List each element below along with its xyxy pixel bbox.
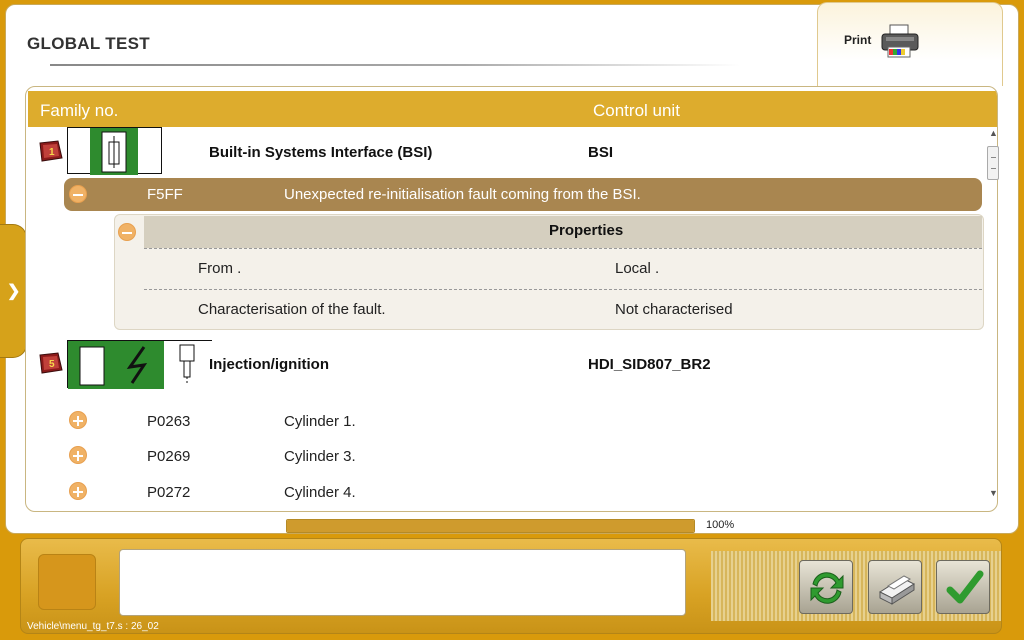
collapse-properties-icon[interactable]	[118, 223, 136, 241]
header-control-unit: Control unit	[593, 101, 680, 120]
header-family: Family no.	[40, 101, 119, 120]
chevron-right-icon: ❯	[7, 283, 21, 300]
progress-bar	[286, 519, 695, 533]
family-control-unit: BSI	[588, 144, 614, 161]
print-report-button[interactable]	[868, 560, 922, 614]
fault-description[interactable]: Cylinder 3.	[284, 448, 356, 465]
progress-label: 100%	[706, 519, 735, 531]
svg-text:1: 1	[49, 147, 55, 158]
collapse-icon[interactable]	[69, 185, 87, 203]
scroll-down-icon[interactable]: ▼	[989, 488, 998, 498]
property-label: Characterisation of the fault.	[198, 301, 386, 318]
page-title: GLOBAL TEST	[27, 34, 150, 53]
scroll-up-icon[interactable]: ▲	[989, 128, 998, 138]
fault-description[interactable]: Cylinder 4.	[284, 484, 356, 501]
report-printer-icon	[878, 575, 916, 605]
fault-description: Unexpected re-initialisation fault comin…	[284, 186, 641, 203]
properties-panel: Properties From . Local . Characterisati…	[114, 214, 984, 330]
message-box	[119, 549, 686, 616]
scrollbar[interactable]: ▲ ▼	[986, 128, 1000, 502]
list-header: Family no. Control unit	[28, 91, 997, 127]
checkmark-icon	[946, 570, 984, 604]
side-panel-toggle[interactable]: ❯	[0, 224, 27, 358]
properties-divider	[144, 289, 982, 290]
family-name: Injection/ignition	[209, 356, 329, 373]
properties-title: Properties	[549, 222, 624, 239]
print-label: Print	[844, 33, 872, 47]
footer-path: Vehicle\menu_tg_t7.s : 26_02	[27, 621, 159, 632]
fault-description[interactable]: Cylinder 1.	[284, 413, 356, 430]
properties-divider	[144, 248, 982, 249]
print-tab[interactable]: Print	[817, 2, 1003, 86]
fault-code[interactable]: P0263	[147, 413, 190, 430]
refresh-button[interactable]	[799, 560, 853, 614]
scroll-thumb[interactable]	[987, 146, 999, 180]
confirm-button[interactable]	[936, 560, 990, 614]
expand-icon[interactable]	[69, 446, 87, 464]
family-name: Built-in Systems Interface (BSI)	[209, 144, 433, 161]
expand-icon[interactable]	[69, 482, 87, 500]
family-flag-icon: 1	[39, 140, 63, 162]
expand-icon[interactable]	[69, 411, 87, 429]
property-value: Local .	[615, 260, 660, 277]
fault-code[interactable]: P0272	[147, 484, 190, 501]
family-flag-icon: 5	[39, 352, 63, 374]
fault-code[interactable]: P0269	[147, 448, 190, 465]
property-label: From .	[198, 260, 242, 277]
fault-code: F5FF	[147, 186, 183, 203]
svg-text:5: 5	[49, 359, 55, 370]
properties-header: Properties	[144, 216, 982, 248]
status-square-button[interactable]	[38, 554, 96, 610]
refresh-icon	[810, 572, 844, 604]
injection-module-icon	[67, 340, 213, 389]
printer-icon	[881, 24, 919, 58]
progress-fill	[287, 520, 694, 532]
fault-row-expanded[interactable]: F5FF Unexpected re-initialisation fault …	[64, 178, 982, 211]
bsi-module-icon	[67, 127, 162, 175]
property-value: Not characterised	[615, 301, 733, 318]
title-divider	[50, 64, 740, 66]
family-control-unit: HDI_SID807_BR2	[588, 356, 711, 373]
